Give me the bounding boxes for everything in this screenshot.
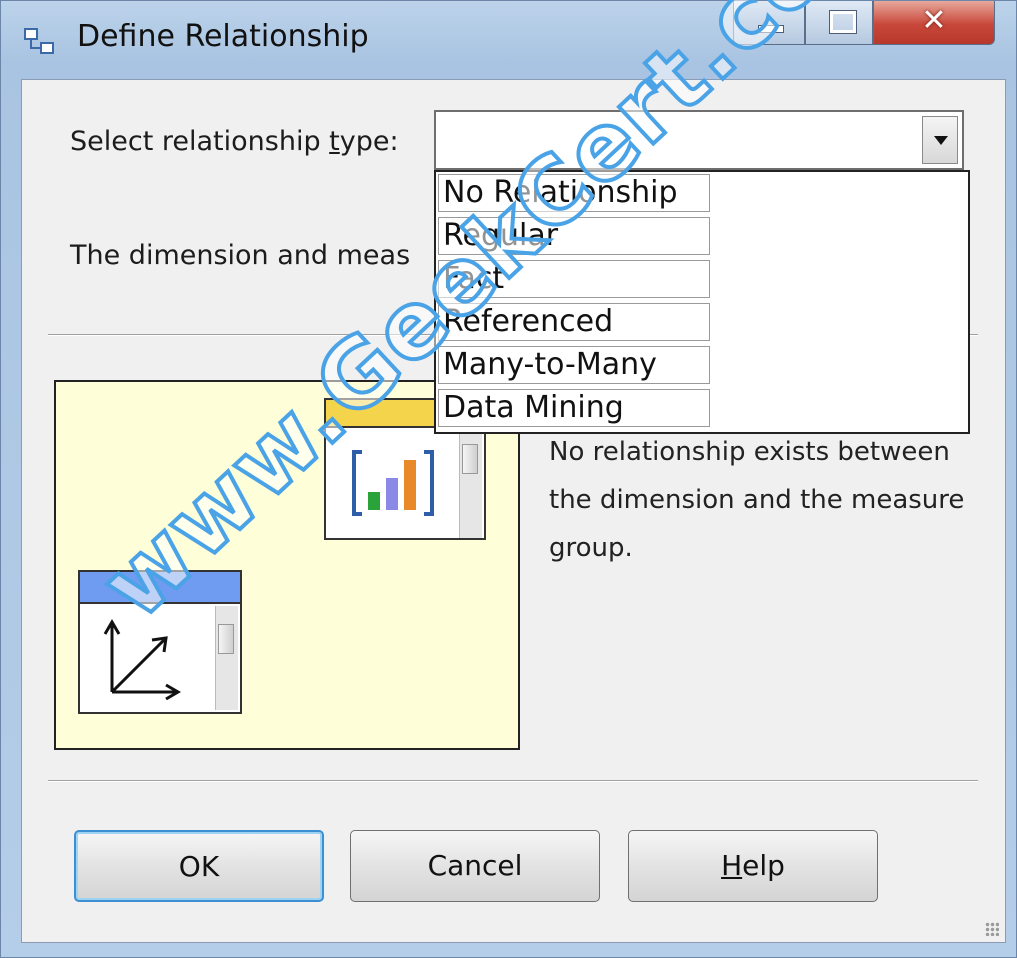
- axis-arrows-icon: [103, 619, 181, 700]
- chevron-down-icon[interactable]: [922, 116, 958, 164]
- help-button[interactable]: Help: [628, 830, 878, 902]
- dropdown-option-fact[interactable]: Fact: [438, 260, 710, 298]
- measure-scrollbar[interactable]: [459, 430, 482, 538]
- separator-bottom: [48, 780, 978, 782]
- dropdown-option-data-mining[interactable]: Data Mining: [438, 389, 710, 427]
- relationship-summary-text: The dimension and meas: [70, 240, 411, 271]
- relationship-description: No relationship exists between the dimen…: [549, 437, 965, 563]
- ok-button[interactable]: OK: [74, 830, 324, 902]
- define-relationship-dialog: Define Relationship ✕ Select relationshi…: [0, 0, 1017, 958]
- cancel-button[interactable]: Cancel: [350, 830, 600, 902]
- close-button[interactable]: ✕: [873, 1, 995, 45]
- scroll-thumb[interactable]: [218, 624, 234, 654]
- help-button-label: Help: [721, 849, 785, 882]
- dropdown-option-many-to-many[interactable]: Many-to-Many: [438, 346, 710, 384]
- relationship-type-label: Select relationship type:: [70, 126, 399, 157]
- relationship-type-dropdown-list: No Relationship Regular Fact Referenced …: [434, 170, 970, 434]
- relationship-diagram: [54, 380, 520, 750]
- minimize-button[interactable]: [733, 1, 805, 45]
- resize-grip[interactable]: [985, 922, 999, 936]
- dimension-scrollbar[interactable]: [215, 606, 238, 710]
- window-title: Define Relationship: [77, 19, 369, 54]
- maximize-button[interactable]: [805, 1, 873, 45]
- dialog-body: Select relationship type: The dimension …: [21, 79, 1006, 943]
- bar-chart-icon: [352, 450, 434, 516]
- maximize-icon: [829, 10, 857, 34]
- dimension-header: [80, 572, 240, 604]
- scroll-thumb[interactable]: [462, 444, 478, 474]
- minimize-icon: [758, 25, 784, 33]
- dropdown-option-referenced[interactable]: Referenced: [438, 303, 710, 341]
- relationship-icon: [24, 28, 54, 54]
- dimension-box: [78, 570, 242, 714]
- dropdown-option-regular[interactable]: Regular: [438, 217, 710, 255]
- title-bar[interactable]: Define Relationship ✕: [1, 1, 1017, 79]
- dropdown-option-no-relationship[interactable]: No Relationship: [438, 174, 710, 212]
- close-icon: ✕: [921, 3, 947, 38]
- relationship-type-combobox[interactable]: [434, 110, 964, 170]
